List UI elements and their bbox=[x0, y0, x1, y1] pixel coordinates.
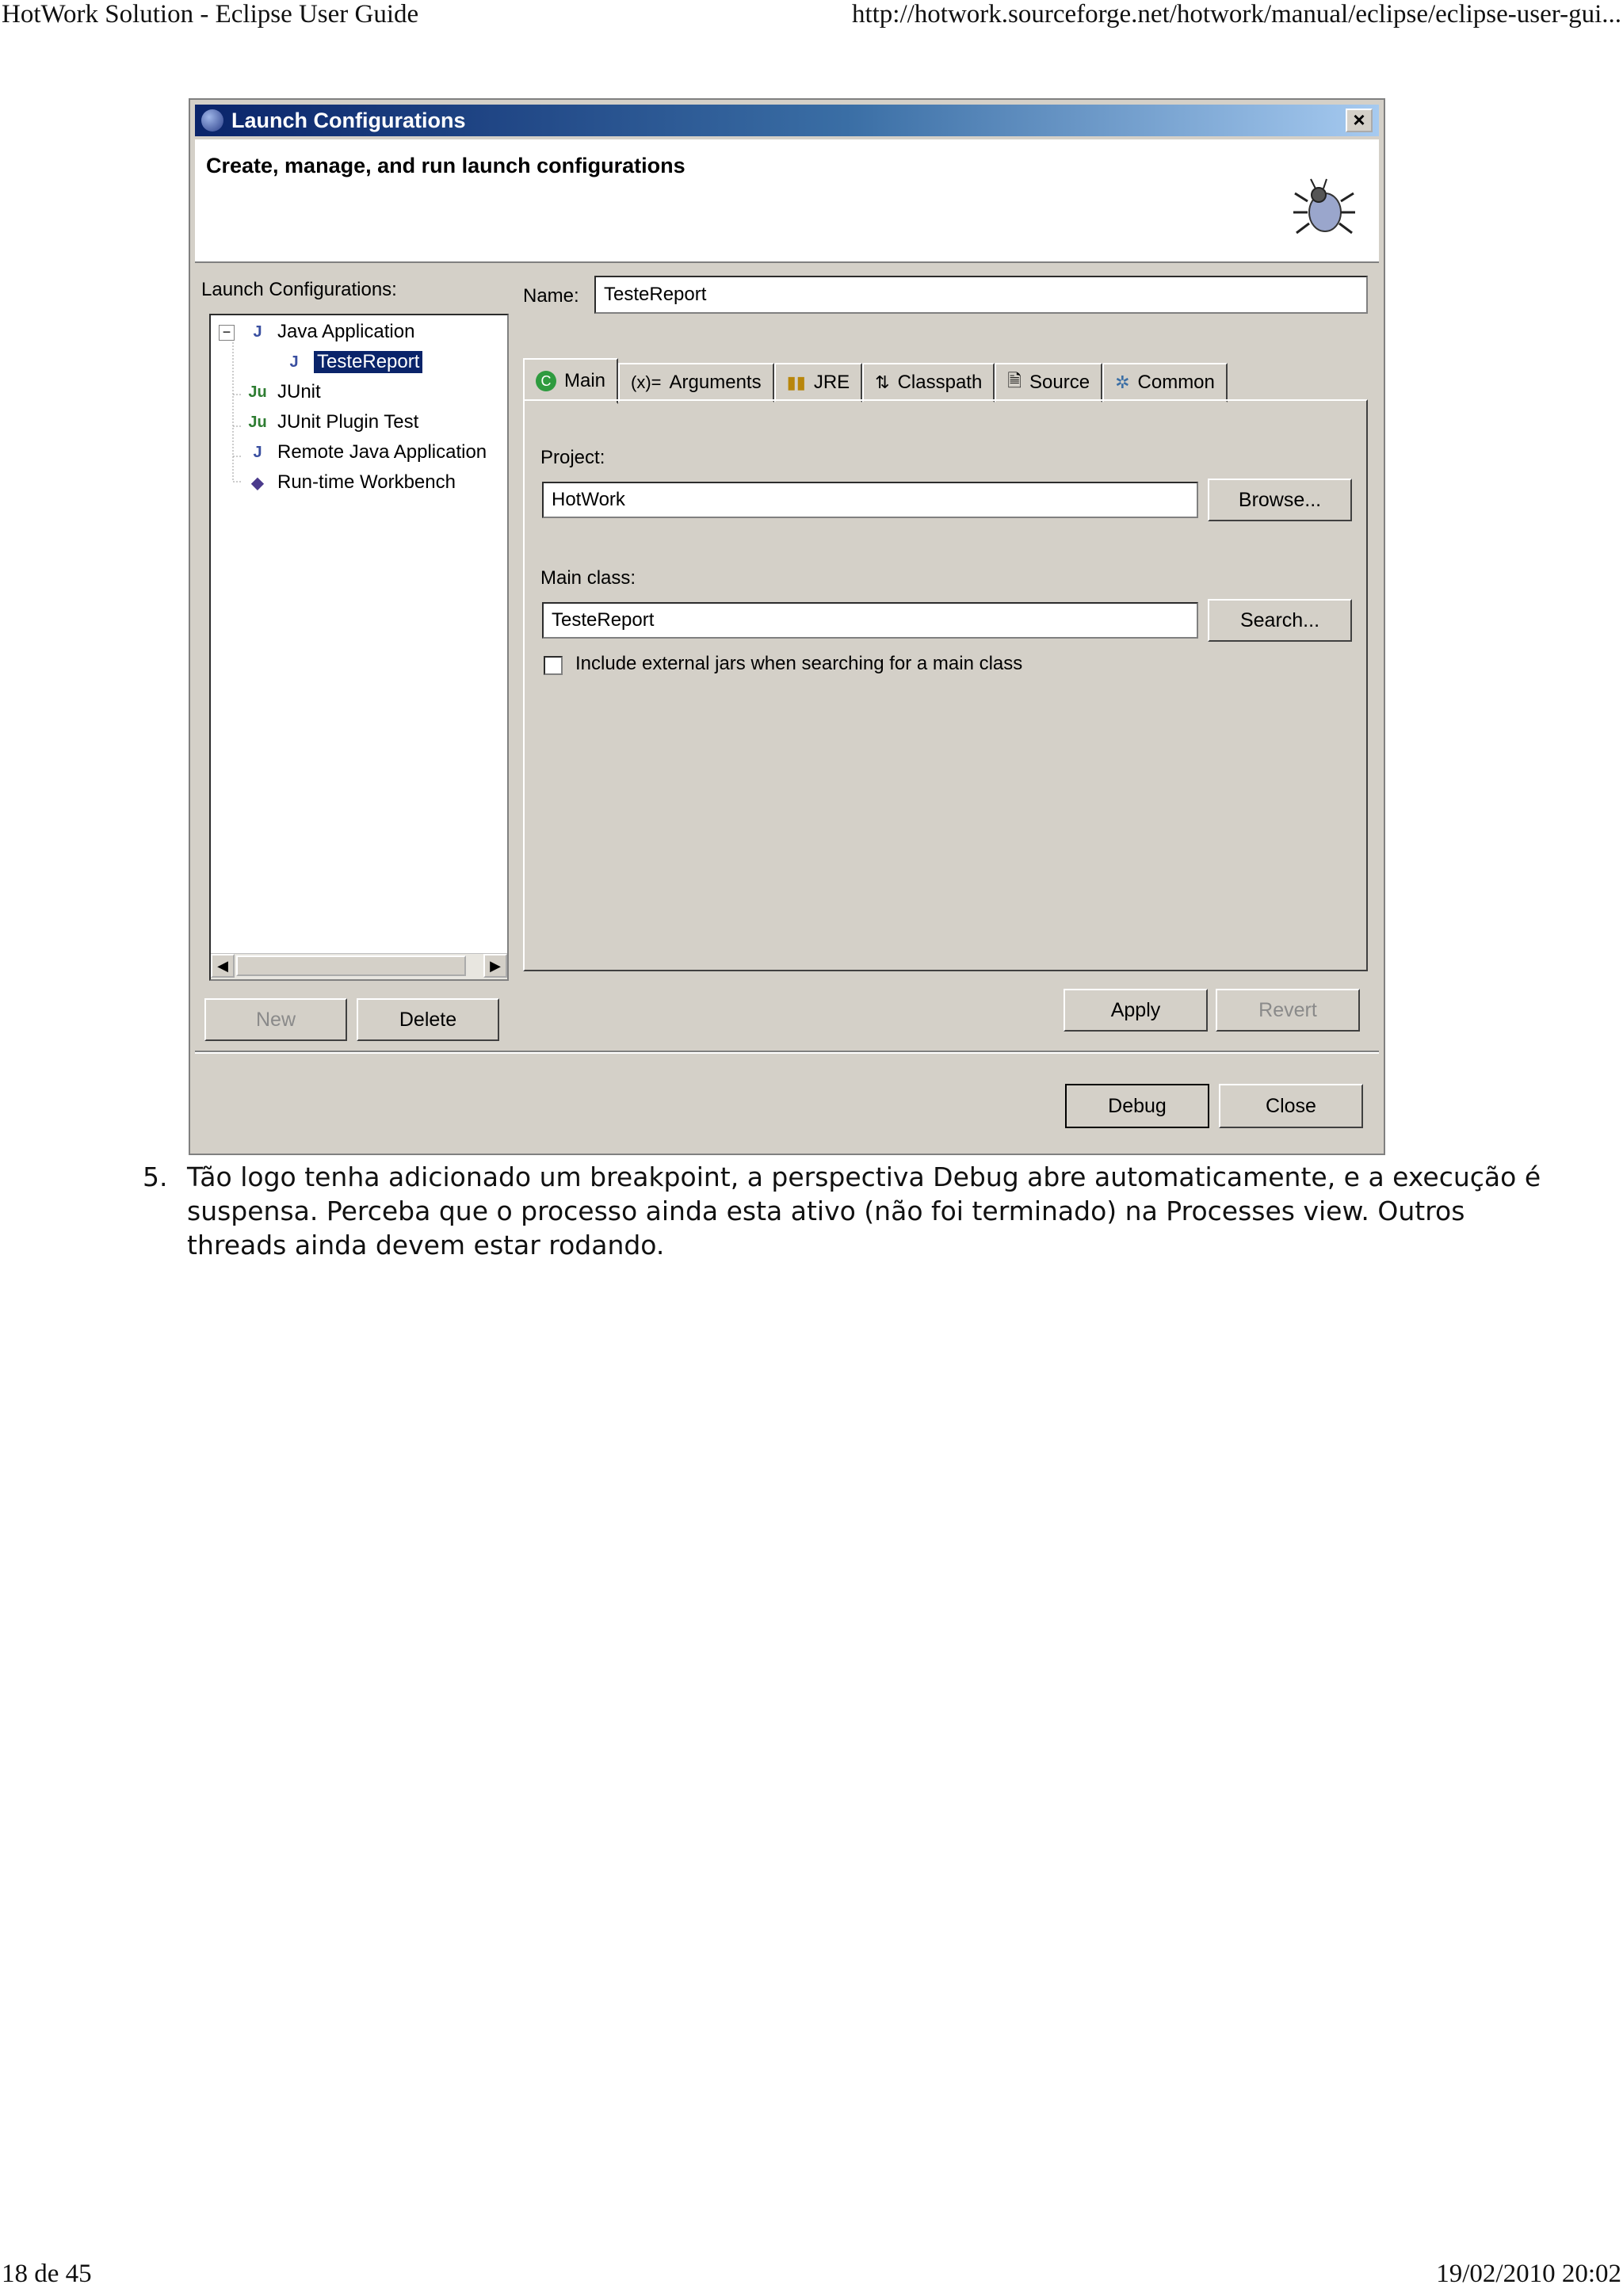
tab-main[interactable]: C Main bbox=[523, 358, 619, 404]
apply-button[interactable]: Apply bbox=[1064, 989, 1208, 1032]
search-button[interactable]: Search... bbox=[1208, 599, 1352, 642]
tab-label: Common bbox=[1137, 372, 1215, 393]
page-footer-date: 19/02/2010 20:02 bbox=[1436, 2260, 1621, 2288]
launch-config-tree[interactable]: − J Java Application J TesteReport Ju JU… bbox=[209, 314, 509, 981]
eclipse-icon bbox=[201, 109, 223, 132]
java-app-icon: J bbox=[253, 322, 262, 341]
tree-item-label: JUnit bbox=[277, 381, 321, 402]
name-label: Name: bbox=[523, 285, 579, 307]
step-text: Tão logo tenha adicionado um breakpoint,… bbox=[187, 1161, 1541, 1261]
collapse-icon[interactable]: − bbox=[219, 325, 235, 341]
tab-classpath[interactable]: ⇅ Classpath bbox=[862, 363, 995, 402]
config-tabs: C Main (x)= Arguments ▮▮ JRE ⇅ Classpath… bbox=[523, 358, 1228, 404]
launch-configurations-dialog: Launch Configurations × Create, manage, … bbox=[189, 98, 1385, 1155]
tree-item-label: TesteReport bbox=[312, 350, 424, 374]
tab-common[interactable]: ✲ Common bbox=[1102, 363, 1228, 402]
main-class-label: Main class: bbox=[540, 567, 636, 589]
dialog-titlebar: Launch Configurations × bbox=[195, 105, 1379, 136]
close-button[interactable]: Close bbox=[1219, 1084, 1363, 1128]
tree-item-junit[interactable]: Ju JUnit bbox=[246, 380, 321, 404]
browse-button[interactable]: Browse... bbox=[1208, 479, 1352, 521]
remote-java-icon: J bbox=[253, 443, 262, 461]
tree-item-remote-java-application[interactable]: J Remote Java Application bbox=[246, 441, 487, 464]
jre-icon: ▮▮ bbox=[786, 372, 806, 392]
step-number: 5. bbox=[143, 1161, 168, 1192]
name-field[interactable]: TesteReport bbox=[594, 276, 1368, 314]
workbench-icon: ◆ bbox=[251, 474, 264, 492]
launch-configurations-label: Launch Configurations: bbox=[201, 279, 397, 300]
scroll-left-arrow[interactable]: ◀ bbox=[211, 954, 235, 978]
banner-text: Create, manage, and run launch configura… bbox=[206, 154, 685, 177]
junit-icon: Ju bbox=[248, 383, 267, 401]
tab-label: Source bbox=[1029, 372, 1090, 393]
tree-horizontal-scrollbar[interactable]: ◀ ▶ bbox=[211, 953, 507, 979]
junit-plugin-icon: Ju bbox=[248, 413, 267, 431]
tab-label: Main bbox=[564, 370, 606, 391]
tree-item-label: Remote Java Application bbox=[277, 441, 487, 463]
revert-button[interactable]: Revert bbox=[1216, 989, 1360, 1032]
tree-item-junit-plugin-test[interactable]: Ju JUnit Plugin Test bbox=[246, 410, 418, 434]
main-tab-icon: C bbox=[536, 371, 556, 391]
project-label: Project: bbox=[540, 447, 605, 468]
debug-button[interactable]: Debug bbox=[1065, 1084, 1209, 1128]
classpath-icon: ⇅ bbox=[875, 372, 890, 392]
scroll-right-arrow[interactable]: ▶ bbox=[483, 954, 507, 978]
main-class-field[interactable]: TesteReport bbox=[542, 602, 1198, 639]
include-external-jars-label: Include external jars when searching for… bbox=[575, 653, 1023, 674]
include-external-jars-checkbox[interactable] bbox=[544, 656, 563, 675]
tab-label: JRE bbox=[813, 372, 850, 393]
bug-icon bbox=[1293, 178, 1355, 235]
tree-item-testereport[interactable]: J TesteReport bbox=[282, 350, 424, 374]
java-app-icon: J bbox=[289, 353, 299, 371]
tab-label: Arguments bbox=[669, 372, 762, 393]
dialog-separator bbox=[195, 1051, 1379, 1054]
page-header-title: HotWork Solution - Eclipse User Guide bbox=[2, 0, 419, 29]
page-footer-count: 18 de 45 bbox=[2, 2260, 92, 2288]
project-field[interactable]: HotWork bbox=[542, 482, 1198, 518]
source-icon: 🗎 bbox=[1007, 371, 1022, 391]
common-icon: ✲ bbox=[1115, 372, 1130, 392]
new-button[interactable]: New bbox=[204, 998, 347, 1041]
tree-item-java-application[interactable]: J Java Application bbox=[246, 320, 414, 344]
tree-item-label: JUnit Plugin Test bbox=[277, 411, 419, 433]
dialog-title: Launch Configurations bbox=[231, 109, 466, 132]
page-header-url: http://hotwork.sourceforge.net/hotwork/m… bbox=[851, 0, 1621, 29]
tree-item-label: Run-time Workbench bbox=[277, 471, 456, 493]
dialog-banner: Create, manage, and run launch configura… bbox=[195, 139, 1379, 263]
tree-item-run-time-workbench[interactable]: ◆ Run-time Workbench bbox=[246, 471, 456, 494]
tree-item-label: Java Application bbox=[277, 321, 415, 342]
tab-jre[interactable]: ▮▮ JRE bbox=[773, 363, 863, 402]
arguments-icon: (x)= bbox=[631, 372, 662, 392]
tab-source[interactable]: 🗎 Source bbox=[995, 363, 1103, 402]
tab-label: Classpath bbox=[897, 372, 983, 393]
scroll-thumb[interactable] bbox=[236, 955, 466, 976]
tab-arguments[interactable]: (x)= Arguments bbox=[618, 363, 774, 402]
delete-button[interactable]: Delete bbox=[357, 998, 499, 1041]
close-icon[interactable]: × bbox=[1346, 109, 1373, 132]
